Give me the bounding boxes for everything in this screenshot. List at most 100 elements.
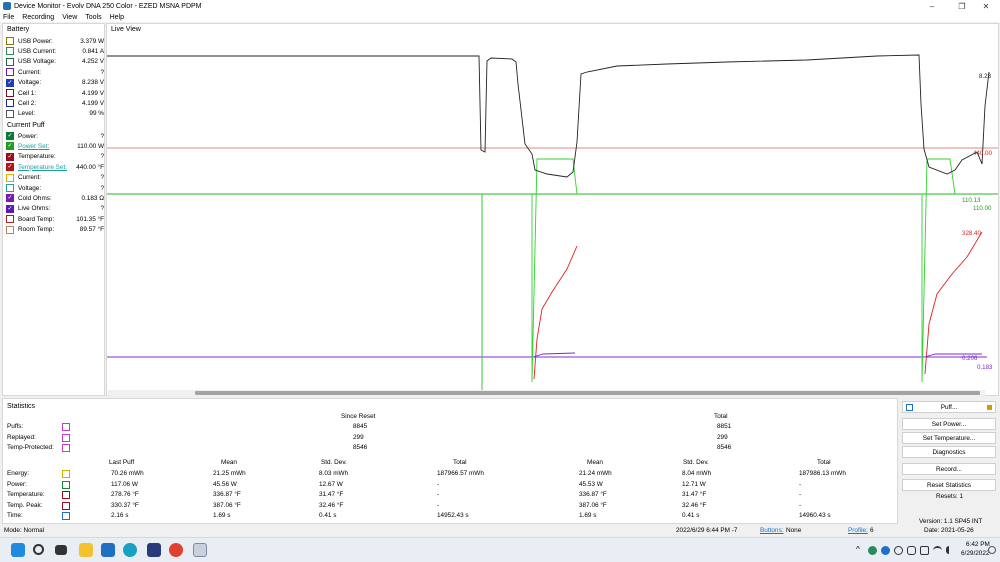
stat-std-dev-total: 0.41 s bbox=[682, 512, 700, 519]
device-monitor-icon[interactable] bbox=[193, 543, 207, 557]
count-label: Replayed: bbox=[7, 433, 36, 441]
set-temperature-button[interactable]: Set Temperature... bbox=[902, 432, 996, 444]
puff-reading-checkbox[interactable] bbox=[6, 173, 14, 182]
puff-button-label: Puff... bbox=[940, 403, 958, 411]
menu-recording[interactable]: Recording bbox=[22, 14, 54, 21]
mail-icon[interactable] bbox=[101, 543, 115, 557]
stat-std-dev-total: 8.04 mWh bbox=[682, 470, 712, 477]
menu-tools[interactable]: Tools bbox=[85, 14, 101, 21]
puff-reading-label[interactable]: Temperature Set: bbox=[18, 164, 76, 171]
battery-reading-checkbox[interactable] bbox=[6, 47, 14, 56]
stat-std-dev-total: 32.46 °F bbox=[682, 501, 707, 509]
puff-reading-value: 0.183 Ω bbox=[81, 194, 104, 202]
record-button[interactable]: Record... bbox=[902, 463, 996, 475]
count-since-reset: 299 bbox=[353, 433, 364, 441]
battery-reading-checkbox[interactable] bbox=[6, 37, 14, 45]
readings-panel: Battery Current Puff USB Power: 3.379 W US… bbox=[2, 23, 105, 396]
set-power-button[interactable]: Set Power... bbox=[902, 418, 996, 430]
stat-total-total: 14960.43 s bbox=[799, 512, 831, 519]
battery-reading-checkbox[interactable] bbox=[6, 99, 14, 108]
minimize-button[interactable]: – bbox=[918, 0, 946, 12]
stat-mean-total: 45.53 W bbox=[579, 480, 603, 488]
stat-total: - bbox=[437, 480, 440, 488]
reset-statistics-button[interactable]: Reset Statistics bbox=[902, 479, 996, 491]
search-icon[interactable] bbox=[33, 544, 44, 555]
puff-reading-checkbox[interactable]: ✓ bbox=[6, 194, 14, 203]
tray-app-icon[interactable] bbox=[868, 546, 877, 555]
stat-checkbox[interactable] bbox=[62, 491, 70, 499]
puff-button[interactable]: Puff... bbox=[902, 401, 996, 413]
stat-checkbox[interactable] bbox=[62, 512, 70, 520]
col-total: Total bbox=[453, 459, 467, 466]
battery-reading-value: 8.238 V bbox=[81, 79, 104, 87]
battery-reading-label: Cell 2: bbox=[18, 99, 37, 107]
col-std-dev: Std. Dev. bbox=[321, 459, 347, 466]
puff-reading-value: ? bbox=[100, 132, 104, 140]
battery-reading-checkbox[interactable] bbox=[6, 68, 14, 77]
battery-reading-value: 0.841 A bbox=[82, 47, 104, 55]
puff-reading-value: 101.35 °F bbox=[76, 215, 104, 223]
close-button[interactable]: ✕ bbox=[972, 0, 1000, 12]
buttons-link[interactable]: Buttons: bbox=[760, 527, 783, 534]
file-explorer-icon[interactable] bbox=[79, 543, 93, 557]
puff-reading-checkbox[interactable] bbox=[6, 225, 14, 234]
live-view-panel: Live View 8.23 440.00 110.13 110.00 328.… bbox=[106, 23, 999, 396]
puff-reading-checkbox[interactable] bbox=[6, 184, 14, 192]
stat-std-dev: 32.46 °F bbox=[319, 501, 344, 509]
menu-help[interactable]: Help bbox=[110, 14, 124, 21]
puff-reading-label[interactable]: Power Set: bbox=[18, 143, 77, 150]
stat-mean: 336.87 °F bbox=[213, 491, 241, 498]
graph-scroll-thumb[interactable] bbox=[195, 391, 980, 395]
menu-file[interactable]: File bbox=[3, 14, 14, 21]
stat-total-total: - bbox=[799, 480, 802, 488]
battery-reading-checkbox[interactable] bbox=[6, 89, 14, 97]
stat-checkbox[interactable] bbox=[62, 480, 70, 489]
clock-time[interactable]: 6:42 PM bbox=[966, 541, 990, 548]
puff-reading-row: Voltage:? bbox=[6, 183, 104, 193]
battery-reading-row: USB Current: 0.841 A bbox=[6, 46, 104, 56]
col-std-dev-total: Std. Dev. bbox=[683, 459, 709, 466]
chrome-icon[interactable] bbox=[169, 543, 183, 557]
lock-icon bbox=[987, 405, 992, 410]
battery-reading-label: USB Voltage: bbox=[18, 58, 57, 66]
stat-checkbox[interactable] bbox=[62, 470, 70, 478]
puff-reading-checkbox[interactable]: ✓ bbox=[6, 204, 14, 213]
profile-link[interactable]: Profile: bbox=[848, 527, 868, 534]
show-hidden-icons-icon[interactable]: ^ bbox=[856, 545, 860, 554]
count-checkbox[interactable] bbox=[62, 444, 70, 452]
taskbar: ^ 6:42 PM 6/29/2022 bbox=[0, 537, 1000, 562]
battery-reading-checkbox[interactable] bbox=[6, 57, 14, 66]
profile-value: 6 bbox=[870, 527, 874, 534]
diagnostics-button[interactable]: Diagnostics bbox=[902, 446, 996, 458]
stat-mean-total: 21.24 mWh bbox=[579, 470, 612, 477]
notifications-icon[interactable] bbox=[988, 546, 996, 554]
puff-reading-checkbox[interactable]: ✓ bbox=[6, 152, 14, 161]
stat-total: 187966.57 mWh bbox=[437, 470, 484, 477]
battery-reading-checkbox[interactable]: ✓ bbox=[6, 78, 14, 87]
edge-icon[interactable] bbox=[123, 543, 137, 557]
volume-icon[interactable] bbox=[946, 546, 954, 554]
wifi-icon[interactable] bbox=[933, 546, 942, 555]
puff-reading-checkbox[interactable] bbox=[6, 215, 14, 224]
menu-view[interactable]: View bbox=[62, 14, 77, 21]
stat-mean: 45.56 W bbox=[213, 480, 237, 488]
count-checkbox[interactable] bbox=[62, 423, 70, 431]
stat-checkbox[interactable] bbox=[62, 501, 70, 510]
tray-display-icon[interactable] bbox=[907, 546, 916, 555]
puff-reading-checkbox[interactable]: ✓ bbox=[6, 163, 14, 172]
count-checkbox[interactable] bbox=[62, 433, 70, 442]
start-icon[interactable] bbox=[11, 543, 25, 557]
task-view-icon[interactable] bbox=[55, 545, 67, 555]
puff-reading-label: Room Temp: bbox=[18, 226, 55, 234]
status-bar: Mode: Normal 2022/6/29 6:44 PM -7 Button… bbox=[0, 524, 1000, 537]
tray-sync-icon[interactable] bbox=[881, 546, 890, 555]
tray-circle-icon[interactable] bbox=[894, 546, 903, 555]
col-last-puff: Last Puff bbox=[109, 459, 135, 466]
puff-reading-value: ? bbox=[100, 205, 104, 213]
puff-reading-checkbox[interactable]: ✓ bbox=[6, 142, 14, 151]
tray-battery-icon[interactable] bbox=[920, 546, 929, 555]
store-icon[interactable] bbox=[147, 543, 161, 557]
puff-reading-checkbox[interactable]: ✓ bbox=[6, 132, 14, 140]
clock-date[interactable]: 6/29/2022 bbox=[961, 550, 989, 557]
battery-reading-checkbox[interactable] bbox=[6, 109, 14, 118]
